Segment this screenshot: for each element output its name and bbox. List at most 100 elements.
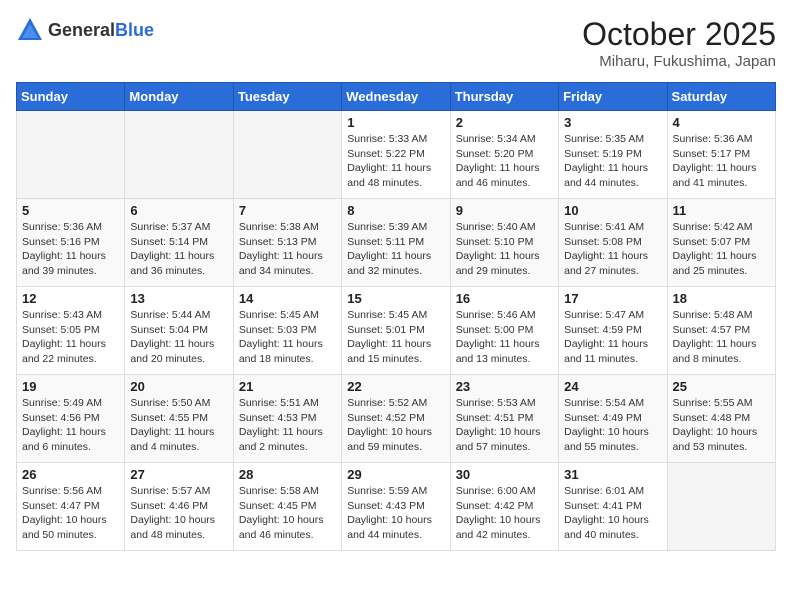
day-number: 23 — [456, 379, 553, 394]
day-number: 13 — [130, 291, 227, 306]
day-info: Sunrise: 5:35 AM Sunset: 5:19 PM Dayligh… — [564, 132, 661, 191]
calendar-cell — [125, 111, 233, 199]
day-number: 20 — [130, 379, 227, 394]
weekday-header-sunday: Sunday — [17, 83, 125, 111]
weekday-header-tuesday: Tuesday — [233, 83, 341, 111]
day-info: Sunrise: 5:33 AM Sunset: 5:22 PM Dayligh… — [347, 132, 444, 191]
location-title: Miharu, Fukushima, Japan — [582, 53, 776, 70]
day-info: Sunrise: 5:51 AM Sunset: 4:53 PM Dayligh… — [239, 396, 336, 455]
day-info: Sunrise: 5:47 AM Sunset: 4:59 PM Dayligh… — [564, 308, 661, 367]
calendar-cell — [667, 463, 775, 551]
day-info: Sunrise: 5:52 AM Sunset: 4:52 PM Dayligh… — [347, 396, 444, 455]
day-number: 31 — [564, 467, 661, 482]
calendar-cell: 23Sunrise: 5:53 AM Sunset: 4:51 PM Dayli… — [450, 375, 558, 463]
day-info: Sunrise: 5:38 AM Sunset: 5:13 PM Dayligh… — [239, 220, 336, 279]
day-info: Sunrise: 5:49 AM Sunset: 4:56 PM Dayligh… — [22, 396, 119, 455]
day-number: 4 — [673, 115, 770, 130]
day-info: Sunrise: 5:45 AM Sunset: 5:01 PM Dayligh… — [347, 308, 444, 367]
calendar-table: SundayMondayTuesdayWednesdayThursdayFrid… — [16, 82, 776, 551]
day-info: Sunrise: 5:55 AM Sunset: 4:48 PM Dayligh… — [673, 396, 770, 455]
calendar-week-4: 19 Sunrise: 5:49 AM Sunset: 4:56 PM Dayli… — [17, 375, 776, 463]
weekday-header-row: SundayMondayTuesdayWednesdayThursdayFrid… — [17, 83, 776, 111]
day-number: 21 — [239, 379, 336, 394]
page-header: GeneralBlue October 2025 Miharu, Fukushi… — [16, 16, 776, 70]
calendar-cell: 25 Sunrise: 5:55 AM Sunset: 4:48 PM Dayli… — [667, 375, 775, 463]
day-number: 25 — [673, 379, 770, 394]
calendar-cell — [17, 111, 125, 199]
calendar-cell: 7 Sunrise: 5:38 AM Sunset: 5:13 PM Daylig… — [233, 199, 341, 287]
calendar-week-5: 26 Sunrise: 5:56 AM Sunset: 4:47 PM Dayli… — [17, 463, 776, 551]
calendar-cell: 18 Sunrise: 5:48 AM Sunset: 4:57 PM Dayli… — [667, 287, 775, 375]
day-info: Sunrise: 5:37 AM Sunset: 5:14 PM Dayligh… — [130, 220, 227, 279]
weekday-header-friday: Friday — [559, 83, 667, 111]
calendar-cell: 20 Sunrise: 5:50 AM Sunset: 4:55 PM Dayli… — [125, 375, 233, 463]
logo-text-general: General — [48, 20, 115, 40]
calendar-cell: 8Sunrise: 5:39 AM Sunset: 5:11 PM Daylig… — [342, 199, 450, 287]
day-number: 18 — [673, 291, 770, 306]
calendar-cell: 24 Sunrise: 5:54 AM Sunset: 4:49 PM Dayli… — [559, 375, 667, 463]
day-info: Sunrise: 5:50 AM Sunset: 4:55 PM Dayligh… — [130, 396, 227, 455]
calendar-cell: 22 Sunrise: 5:52 AM Sunset: 4:52 PM Dayli… — [342, 375, 450, 463]
calendar-week-2: 5Sunrise: 5:36 AM Sunset: 5:16 PM Daylig… — [17, 199, 776, 287]
day-number: 26 — [22, 467, 119, 482]
day-number: 19 — [22, 379, 119, 394]
day-info: Sunrise: 5:59 AM Sunset: 4:43 PM Dayligh… — [347, 484, 444, 543]
weekday-header-thursday: Thursday — [450, 83, 558, 111]
day-number: 12 — [22, 291, 119, 306]
day-info: Sunrise: 5:54 AM Sunset: 4:49 PM Dayligh… — [564, 396, 661, 455]
calendar-cell: 10Sunrise: 5:41 AM Sunset: 5:08 PM Dayli… — [559, 199, 667, 287]
calendar-cell: 15 Sunrise: 5:45 AM Sunset: 5:01 PM Dayli… — [342, 287, 450, 375]
day-number: 28 — [239, 467, 336, 482]
calendar-cell: 28Sunrise: 5:58 AM Sunset: 4:45 PM Dayli… — [233, 463, 341, 551]
day-info: Sunrise: 5:46 AM Sunset: 5:00 PM Dayligh… — [456, 308, 553, 367]
calendar-cell: 31Sunrise: 6:01 AM Sunset: 4:41 PM Dayli… — [559, 463, 667, 551]
day-number: 16 — [456, 291, 553, 306]
day-number: 30 — [456, 467, 553, 482]
day-info: Sunrise: 5:44 AM Sunset: 5:04 PM Dayligh… — [130, 308, 227, 367]
day-number: 1 — [347, 115, 444, 130]
day-info: Sunrise: 5:36 AM Sunset: 5:17 PM Dayligh… — [673, 132, 770, 191]
calendar-cell: 13 Sunrise: 5:44 AM Sunset: 5:04 PM Dayli… — [125, 287, 233, 375]
calendar-cell: 16 Sunrise: 5:46 AM Sunset: 5:00 PM Dayli… — [450, 287, 558, 375]
calendar-cell: 27 Sunrise: 5:57 AM Sunset: 4:46 PM Dayli… — [125, 463, 233, 551]
day-number: 8 — [347, 203, 444, 218]
day-number: 11 — [673, 203, 770, 218]
day-info: Sunrise: 6:00 AM Sunset: 4:42 PM Dayligh… — [456, 484, 553, 543]
day-info: Sunrise: 5:40 AM Sunset: 5:10 PM Dayligh… — [456, 220, 553, 279]
calendar-cell: 2Sunrise: 5:34 AM Sunset: 5:20 PM Daylig… — [450, 111, 558, 199]
day-number: 9 — [456, 203, 553, 218]
calendar-cell: 21 Sunrise: 5:51 AM Sunset: 4:53 PM Dayli… — [233, 375, 341, 463]
weekday-header-saturday: Saturday — [667, 83, 775, 111]
weekday-header-wednesday: Wednesday — [342, 83, 450, 111]
title-area: October 2025 Miharu, Fukushima, Japan — [582, 16, 776, 70]
day-number: 14 — [239, 291, 336, 306]
day-number: 17 — [564, 291, 661, 306]
day-info: Sunrise: 5:42 AM Sunset: 5:07 PM Dayligh… — [673, 220, 770, 279]
day-number: 27 — [130, 467, 227, 482]
calendar-cell — [233, 111, 341, 199]
calendar-week-1: 1 Sunrise: 5:33 AM Sunset: 5:22 PM Daylig… — [17, 111, 776, 199]
month-title: October 2025 — [582, 16, 776, 53]
day-number: 7 — [239, 203, 336, 218]
day-number: 15 — [347, 291, 444, 306]
calendar-cell: 6Sunrise: 5:37 AM Sunset: 5:14 PM Daylig… — [125, 199, 233, 287]
calendar-cell: 14 Sunrise: 5:45 AM Sunset: 5:03 PM Dayli… — [233, 287, 341, 375]
calendar-cell: 11 Sunrise: 5:42 AM Sunset: 5:07 PM Dayli… — [667, 199, 775, 287]
day-info: Sunrise: 5:45 AM Sunset: 5:03 PM Dayligh… — [239, 308, 336, 367]
calendar-cell: 4 Sunrise: 5:36 AM Sunset: 5:17 PM Daylig… — [667, 111, 775, 199]
calendar-cell: 29Sunrise: 5:59 AM Sunset: 4:43 PM Dayli… — [342, 463, 450, 551]
day-info: Sunrise: 5:48 AM Sunset: 4:57 PM Dayligh… — [673, 308, 770, 367]
day-number: 10 — [564, 203, 661, 218]
calendar-cell: 12 Sunrise: 5:43 AM Sunset: 5:05 PM Dayli… — [17, 287, 125, 375]
calendar-cell: 1 Sunrise: 5:33 AM Sunset: 5:22 PM Daylig… — [342, 111, 450, 199]
day-info: Sunrise: 5:56 AM Sunset: 4:47 PM Dayligh… — [22, 484, 119, 543]
logo-icon — [16, 16, 44, 44]
calendar-cell: 30 Sunrise: 6:00 AM Sunset: 4:42 PM Dayli… — [450, 463, 558, 551]
day-number: 22 — [347, 379, 444, 394]
calendar-week-3: 12 Sunrise: 5:43 AM Sunset: 5:05 PM Dayli… — [17, 287, 776, 375]
day-number: 2 — [456, 115, 553, 130]
day-info: Sunrise: 5:43 AM Sunset: 5:05 PM Dayligh… — [22, 308, 119, 367]
day-info: Sunrise: 5:36 AM Sunset: 5:16 PM Dayligh… — [22, 220, 119, 279]
day-info: Sunrise: 5:57 AM Sunset: 4:46 PM Dayligh… — [130, 484, 227, 543]
day-number: 24 — [564, 379, 661, 394]
